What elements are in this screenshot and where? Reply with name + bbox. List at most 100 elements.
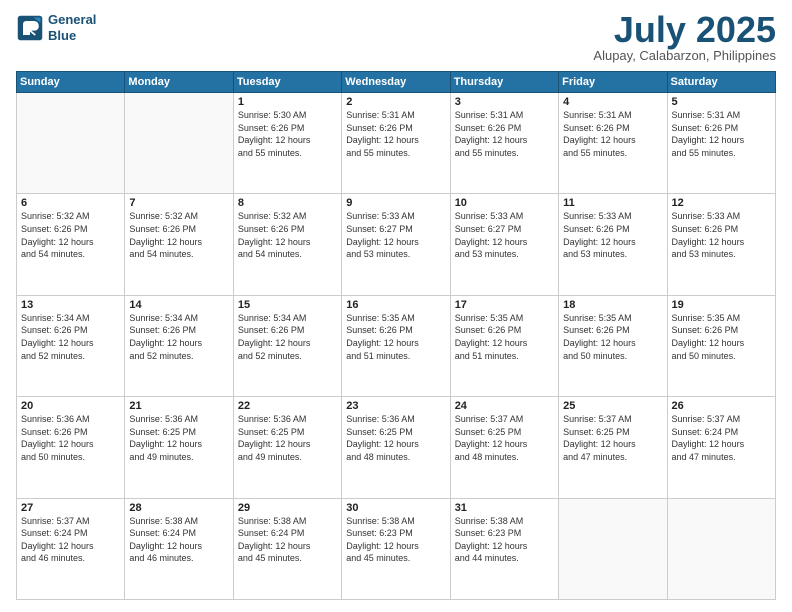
day-info: Sunrise: 5:36 AMSunset: 6:26 PMDaylight:… bbox=[21, 413, 120, 463]
calendar-cell: 5Sunrise: 5:31 AMSunset: 6:26 PMDaylight… bbox=[667, 93, 775, 194]
calendar-cell: 28Sunrise: 5:38 AMSunset: 6:24 PMDayligh… bbox=[125, 498, 233, 599]
day-info: Sunrise: 5:31 AMSunset: 6:26 PMDaylight:… bbox=[672, 109, 771, 159]
calendar-cell: 17Sunrise: 5:35 AMSunset: 6:26 PMDayligh… bbox=[450, 295, 558, 396]
calendar-week-row: 6Sunrise: 5:32 AMSunset: 6:26 PMDaylight… bbox=[17, 194, 776, 295]
calendar-cell: 31Sunrise: 5:38 AMSunset: 6:23 PMDayligh… bbox=[450, 498, 558, 599]
day-info: Sunrise: 5:32 AMSunset: 6:26 PMDaylight:… bbox=[238, 210, 337, 260]
calendar-cell: 29Sunrise: 5:38 AMSunset: 6:24 PMDayligh… bbox=[233, 498, 341, 599]
calendar-cell: 15Sunrise: 5:34 AMSunset: 6:26 PMDayligh… bbox=[233, 295, 341, 396]
calendar-cell: 11Sunrise: 5:33 AMSunset: 6:26 PMDayligh… bbox=[559, 194, 667, 295]
calendar-week-row: 13Sunrise: 5:34 AMSunset: 6:26 PMDayligh… bbox=[17, 295, 776, 396]
day-number: 25 bbox=[563, 400, 662, 412]
day-number: 19 bbox=[672, 299, 771, 311]
day-info: Sunrise: 5:31 AMSunset: 6:26 PMDaylight:… bbox=[563, 109, 662, 159]
day-info: Sunrise: 5:30 AMSunset: 6:26 PMDaylight:… bbox=[238, 109, 337, 159]
day-number: 20 bbox=[21, 400, 120, 412]
day-info: Sunrise: 5:31 AMSunset: 6:26 PMDaylight:… bbox=[455, 109, 554, 159]
calendar-cell: 6Sunrise: 5:32 AMSunset: 6:26 PMDaylight… bbox=[17, 194, 125, 295]
calendar-cell: 7Sunrise: 5:32 AMSunset: 6:26 PMDaylight… bbox=[125, 194, 233, 295]
calendar-cell: 20Sunrise: 5:36 AMSunset: 6:26 PMDayligh… bbox=[17, 397, 125, 498]
day-info: Sunrise: 5:37 AMSunset: 6:25 PMDaylight:… bbox=[563, 413, 662, 463]
calendar-week-row: 20Sunrise: 5:36 AMSunset: 6:26 PMDayligh… bbox=[17, 397, 776, 498]
day-info: Sunrise: 5:33 AMSunset: 6:26 PMDaylight:… bbox=[672, 210, 771, 260]
day-info: Sunrise: 5:32 AMSunset: 6:26 PMDaylight:… bbox=[21, 210, 120, 260]
day-number: 26 bbox=[672, 400, 771, 412]
day-info: Sunrise: 5:38 AMSunset: 6:23 PMDaylight:… bbox=[455, 515, 554, 565]
title-block: July 2025 Alupay, Calabarzon, Philippine… bbox=[593, 12, 776, 63]
day-info: Sunrise: 5:33 AMSunset: 6:26 PMDaylight:… bbox=[563, 210, 662, 260]
calendar-cell: 8Sunrise: 5:32 AMSunset: 6:26 PMDaylight… bbox=[233, 194, 341, 295]
day-info: Sunrise: 5:33 AMSunset: 6:27 PMDaylight:… bbox=[455, 210, 554, 260]
calendar-cell: 1Sunrise: 5:30 AMSunset: 6:26 PMDaylight… bbox=[233, 93, 341, 194]
calendar-cell: 13Sunrise: 5:34 AMSunset: 6:26 PMDayligh… bbox=[17, 295, 125, 396]
calendar-cell: 18Sunrise: 5:35 AMSunset: 6:26 PMDayligh… bbox=[559, 295, 667, 396]
day-number: 15 bbox=[238, 299, 337, 311]
day-info: Sunrise: 5:31 AMSunset: 6:26 PMDaylight:… bbox=[346, 109, 445, 159]
day-number: 6 bbox=[21, 197, 120, 209]
calendar-cell: 21Sunrise: 5:36 AMSunset: 6:25 PMDayligh… bbox=[125, 397, 233, 498]
day-number: 13 bbox=[21, 299, 120, 311]
weekday-header: Monday bbox=[125, 72, 233, 93]
day-info: Sunrise: 5:34 AMSunset: 6:26 PMDaylight:… bbox=[21, 312, 120, 362]
header: General Blue July 2025 Alupay, Calabarzo… bbox=[16, 12, 776, 63]
day-number: 21 bbox=[129, 400, 228, 412]
day-info: Sunrise: 5:35 AMSunset: 6:26 PMDaylight:… bbox=[346, 312, 445, 362]
day-info: Sunrise: 5:36 AMSunset: 6:25 PMDaylight:… bbox=[238, 413, 337, 463]
day-number: 11 bbox=[563, 197, 662, 209]
day-info: Sunrise: 5:37 AMSunset: 6:24 PMDaylight:… bbox=[672, 413, 771, 463]
calendar-cell: 30Sunrise: 5:38 AMSunset: 6:23 PMDayligh… bbox=[342, 498, 450, 599]
logo-icon bbox=[16, 14, 44, 42]
day-number: 18 bbox=[563, 299, 662, 311]
day-info: Sunrise: 5:34 AMSunset: 6:26 PMDaylight:… bbox=[129, 312, 228, 362]
day-number: 5 bbox=[672, 96, 771, 108]
day-number: 24 bbox=[455, 400, 554, 412]
calendar-week-row: 27Sunrise: 5:37 AMSunset: 6:24 PMDayligh… bbox=[17, 498, 776, 599]
calendar-cell: 12Sunrise: 5:33 AMSunset: 6:26 PMDayligh… bbox=[667, 194, 775, 295]
day-info: Sunrise: 5:35 AMSunset: 6:26 PMDaylight:… bbox=[563, 312, 662, 362]
calendar-cell: 25Sunrise: 5:37 AMSunset: 6:25 PMDayligh… bbox=[559, 397, 667, 498]
calendar-cell: 10Sunrise: 5:33 AMSunset: 6:27 PMDayligh… bbox=[450, 194, 558, 295]
day-info: Sunrise: 5:32 AMSunset: 6:26 PMDaylight:… bbox=[129, 210, 228, 260]
day-number: 22 bbox=[238, 400, 337, 412]
calendar-cell bbox=[667, 498, 775, 599]
day-number: 23 bbox=[346, 400, 445, 412]
weekday-header: Friday bbox=[559, 72, 667, 93]
day-number: 8 bbox=[238, 197, 337, 209]
calendar-cell bbox=[559, 498, 667, 599]
day-info: Sunrise: 5:35 AMSunset: 6:26 PMDaylight:… bbox=[455, 312, 554, 362]
day-number: 27 bbox=[21, 502, 120, 514]
day-number: 14 bbox=[129, 299, 228, 311]
calendar: SundayMondayTuesdayWednesdayThursdayFrid… bbox=[16, 71, 776, 600]
calendar-cell: 19Sunrise: 5:35 AMSunset: 6:26 PMDayligh… bbox=[667, 295, 775, 396]
weekday-header: Tuesday bbox=[233, 72, 341, 93]
day-number: 10 bbox=[455, 197, 554, 209]
day-number: 3 bbox=[455, 96, 554, 108]
calendar-cell: 24Sunrise: 5:37 AMSunset: 6:25 PMDayligh… bbox=[450, 397, 558, 498]
calendar-cell: 23Sunrise: 5:36 AMSunset: 6:25 PMDayligh… bbox=[342, 397, 450, 498]
day-info: Sunrise: 5:38 AMSunset: 6:24 PMDaylight:… bbox=[129, 515, 228, 565]
calendar-cell: 2Sunrise: 5:31 AMSunset: 6:26 PMDaylight… bbox=[342, 93, 450, 194]
calendar-cell: 16Sunrise: 5:35 AMSunset: 6:26 PMDayligh… bbox=[342, 295, 450, 396]
day-number: 12 bbox=[672, 197, 771, 209]
calendar-cell: 26Sunrise: 5:37 AMSunset: 6:24 PMDayligh… bbox=[667, 397, 775, 498]
weekday-header: Thursday bbox=[450, 72, 558, 93]
weekday-header-row: SundayMondayTuesdayWednesdayThursdayFrid… bbox=[17, 72, 776, 93]
day-info: Sunrise: 5:38 AMSunset: 6:24 PMDaylight:… bbox=[238, 515, 337, 565]
calendar-cell: 14Sunrise: 5:34 AMSunset: 6:26 PMDayligh… bbox=[125, 295, 233, 396]
day-number: 7 bbox=[129, 197, 228, 209]
day-info: Sunrise: 5:36 AMSunset: 6:25 PMDaylight:… bbox=[129, 413, 228, 463]
calendar-cell: 3Sunrise: 5:31 AMSunset: 6:26 PMDaylight… bbox=[450, 93, 558, 194]
day-number: 28 bbox=[129, 502, 228, 514]
day-info: Sunrise: 5:34 AMSunset: 6:26 PMDaylight:… bbox=[238, 312, 337, 362]
page: General Blue July 2025 Alupay, Calabarzo… bbox=[0, 0, 792, 612]
logo-text: General Blue bbox=[48, 12, 96, 43]
calendar-cell bbox=[17, 93, 125, 194]
day-info: Sunrise: 5:37 AMSunset: 6:25 PMDaylight:… bbox=[455, 413, 554, 463]
day-number: 30 bbox=[346, 502, 445, 514]
logo: General Blue bbox=[16, 12, 96, 43]
day-number: 9 bbox=[346, 197, 445, 209]
day-info: Sunrise: 5:37 AMSunset: 6:24 PMDaylight:… bbox=[21, 515, 120, 565]
day-info: Sunrise: 5:36 AMSunset: 6:25 PMDaylight:… bbox=[346, 413, 445, 463]
location: Alupay, Calabarzon, Philippines bbox=[593, 48, 776, 63]
calendar-cell: 9Sunrise: 5:33 AMSunset: 6:27 PMDaylight… bbox=[342, 194, 450, 295]
